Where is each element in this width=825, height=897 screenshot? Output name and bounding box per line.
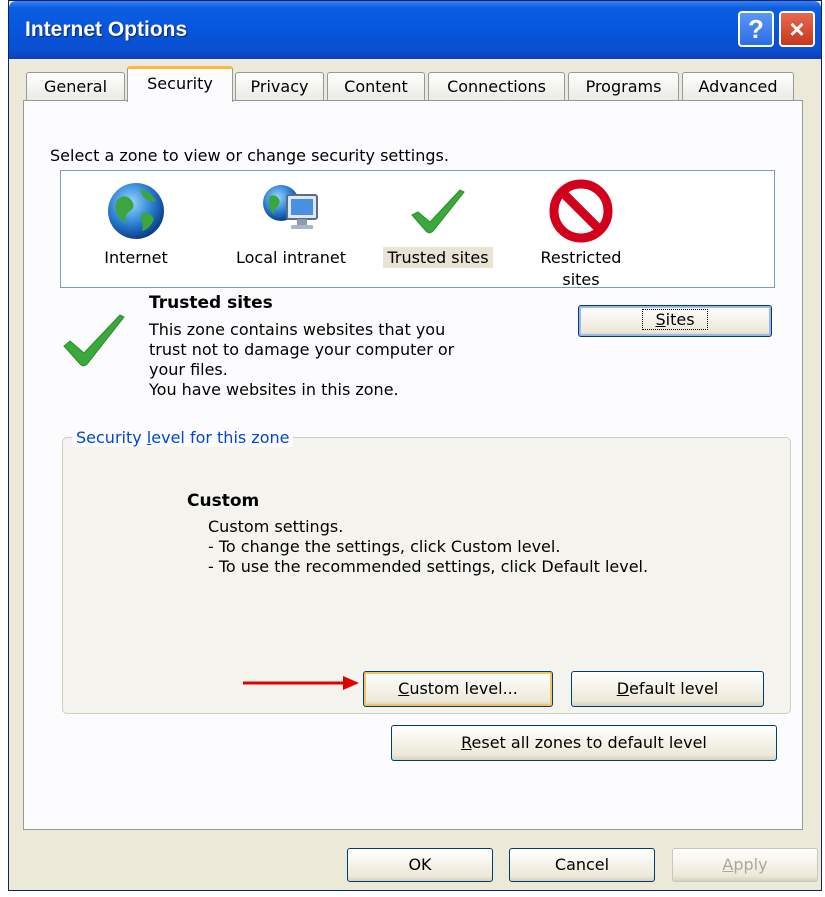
- tab-general[interactable]: General: [26, 72, 125, 100]
- checkmark-icon: [406, 179, 470, 243]
- tab-content[interactable]: Content: [327, 72, 425, 100]
- cancel-button[interactable]: Cancel: [509, 848, 655, 882]
- zone-local-intranet-label: Local intranet: [235, 248, 347, 267]
- zone-prompt: Select a zone to view or change security…: [50, 146, 449, 165]
- security-level-description: Custom settings. - To change the setting…: [208, 517, 649, 576]
- tab-programs[interactable]: Programs: [568, 72, 679, 100]
- globe-icon: [104, 179, 168, 243]
- intranet-icon: [259, 179, 323, 243]
- ok-button[interactable]: OK: [347, 848, 493, 882]
- zone-restricted-sites[interactable]: Restricted sites: [526, 179, 636, 291]
- title-bar[interactable]: Internet Options ? ×: [9, 1, 821, 59]
- annotation-arrow: [243, 676, 359, 690]
- window-title: Internet Options: [25, 18, 188, 41]
- zone-list: Internet Local intranet Trusted sites Re…: [60, 170, 775, 291]
- close-button[interactable]: ×: [779, 11, 815, 47]
- zone-local-intranet[interactable]: Local intranet: [221, 179, 361, 269]
- reset-all-zones-button[interactable]: Reset all zones to default level: [391, 725, 777, 761]
- custom-level-button[interactable]: Custom level...: [363, 671, 553, 707]
- tab-connections[interactable]: Connections: [428, 72, 565, 100]
- selected-zone-description: This zone contains websites that you tru…: [149, 320, 455, 399]
- tab-privacy[interactable]: Privacy: [235, 72, 324, 100]
- sites-button[interactable]: Sites: [578, 305, 772, 337]
- security-level-legend: Security level for this zone: [72, 428, 294, 447]
- zone-restricted-label-line1: Restricted: [540, 248, 622, 267]
- default-level-button[interactable]: Default level: [571, 671, 764, 707]
- help-icon: ?: [748, 14, 764, 44]
- security-level-name: Custom: [187, 491, 260, 511]
- tab-security[interactable]: Security: [127, 66, 233, 102]
- zone-trusted-sites[interactable]: Trusted sites: [373, 179, 503, 269]
- trusted-sites-checkmark-icon: [60, 310, 130, 370]
- zone-trusted-sites-label: Trusted sites: [383, 247, 493, 268]
- close-icon: ×: [789, 14, 805, 44]
- apply-button[interactable]: Apply: [672, 848, 818, 882]
- tab-advanced[interactable]: Advanced: [682, 72, 794, 100]
- selected-zone-title: Trusted sites: [149, 293, 273, 313]
- zone-internet[interactable]: Internet: [91, 179, 181, 269]
- restricted-icon: [549, 179, 613, 243]
- zone-restricted-label-line2: sites: [562, 270, 600, 289]
- zone-internet-label: Internet: [104, 248, 168, 267]
- help-button[interactable]: ?: [738, 11, 774, 47]
